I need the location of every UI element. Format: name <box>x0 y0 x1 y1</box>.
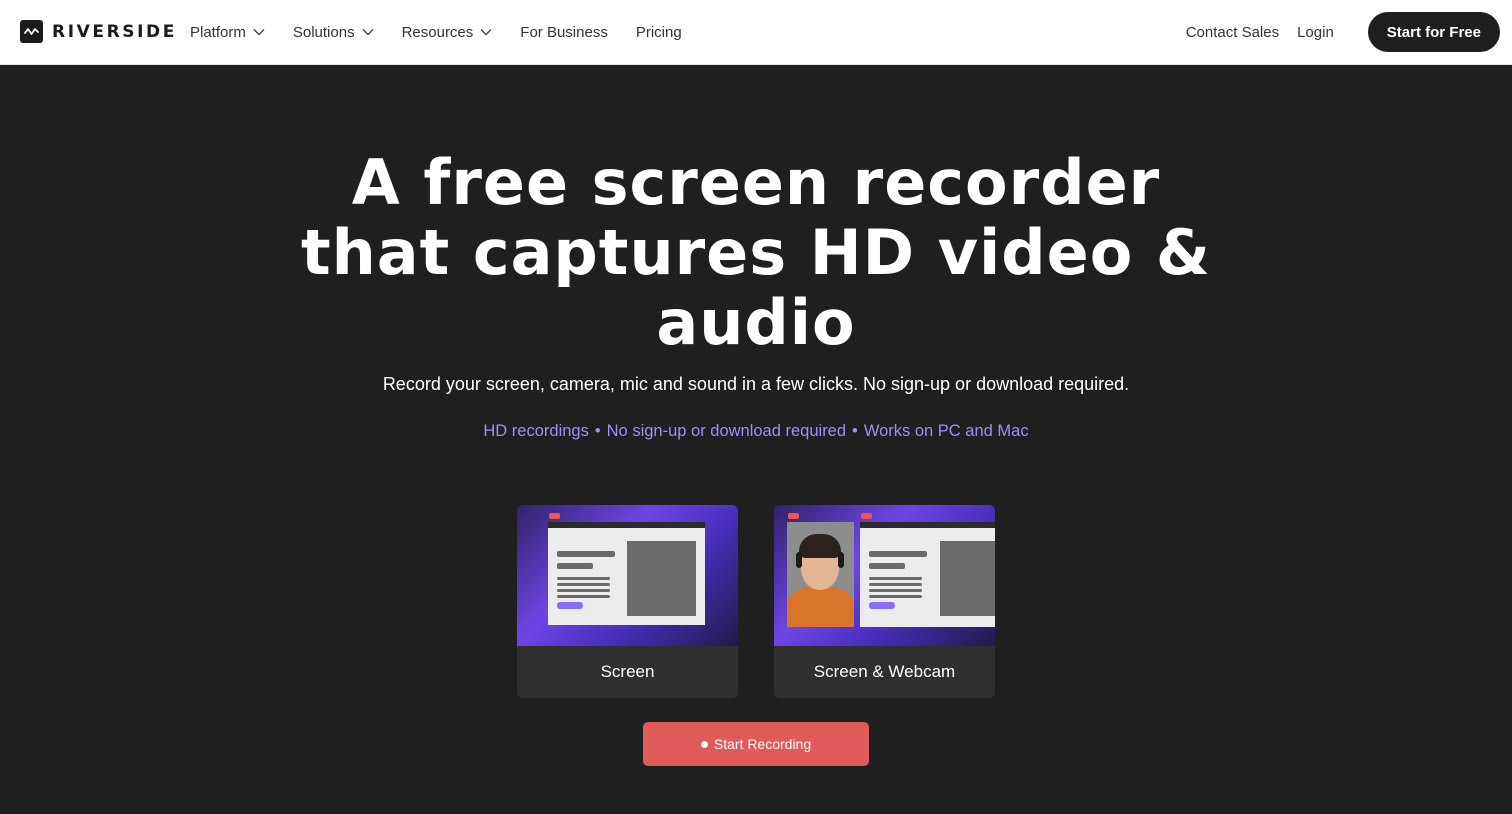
option-card-screen[interactable]: Screen <box>517 505 738 698</box>
login-link[interactable]: Login <box>1297 24 1334 41</box>
nav-item-solutions[interactable]: Solutions <box>293 24 374 41</box>
hero-title-line: audio <box>656 286 856 359</box>
start-recording-label: Start Recording <box>713 736 812 752</box>
hero-title: A free screen recorder that captures HD … <box>0 148 1512 358</box>
nav-item-pricing[interactable]: Pricing <box>636 24 682 41</box>
option-card-screen-webcam[interactable]: Screen & Webcam <box>774 505 995 698</box>
webcam-person-image <box>787 522 854 627</box>
start-recording-button[interactable]: Start Recording <box>643 722 869 766</box>
contact-sales-link[interactable]: Contact Sales <box>1186 24 1279 41</box>
nav-item-label: Pricing <box>635 23 682 41</box>
feature-item: HD recordings <box>483 422 589 440</box>
feature-separator: • <box>852 422 858 440</box>
nav-item-label: Platform <box>190 23 246 41</box>
nav-item-label: Resources <box>401 23 474 41</box>
browser-window-mock <box>860 522 995 627</box>
riverside-logo-icon <box>20 20 43 43</box>
hero-title-line: A free screen recorder <box>351 146 1161 219</box>
nav-item-resources[interactable]: Resources <box>402 24 493 41</box>
nav-item-for-business[interactable]: For Business <box>520 24 608 41</box>
browser-window-mock <box>548 522 705 625</box>
feature-item: Works on PC and Mac <box>863 422 1029 440</box>
rec-badge <box>788 513 799 519</box>
screen-webcam-preview <box>774 505 995 646</box>
hero-features: HD recordings • No sign-up or download req… <box>0 422 1512 441</box>
chevron-down-icon <box>362 29 374 36</box>
feature-separator: • <box>594 422 601 440</box>
nav-links: Platform Solutions Resources For Busines… <box>190 0 710 64</box>
option-label: Screen & Webcam <box>813 662 956 681</box>
chevron-down-icon <box>253 29 265 36</box>
nav-item-label: Solutions <box>292 23 355 41</box>
hero-subtitle: Record your screen, camera, mic and soun… <box>382 374 1130 394</box>
hero-title-line: that captures HD video & <box>301 216 1211 289</box>
option-label: Screen <box>600 662 655 681</box>
rec-badge <box>549 513 560 519</box>
nav-item-label: For Business <box>520 23 608 41</box>
rec-badge <box>861 513 872 519</box>
nav-item-platform[interactable]: Platform <box>190 24 265 41</box>
logo-text: RIVERSIDE <box>52 21 177 42</box>
chevron-down-icon <box>480 29 492 36</box>
screen-preview <box>517 505 738 646</box>
record-dot-icon <box>700 740 708 748</box>
riverside-logo[interactable]: RIVERSIDE <box>20 20 177 43</box>
feature-item: No sign-up or download required <box>606 422 847 440</box>
top-nav: RIVERSIDE Platform Solutions Resources F… <box>0 0 1512 65</box>
nav-right: Contact Sales Login Start for Free <box>1186 12 1500 52</box>
start-for-free-button[interactable]: Start for Free <box>1367 12 1500 52</box>
